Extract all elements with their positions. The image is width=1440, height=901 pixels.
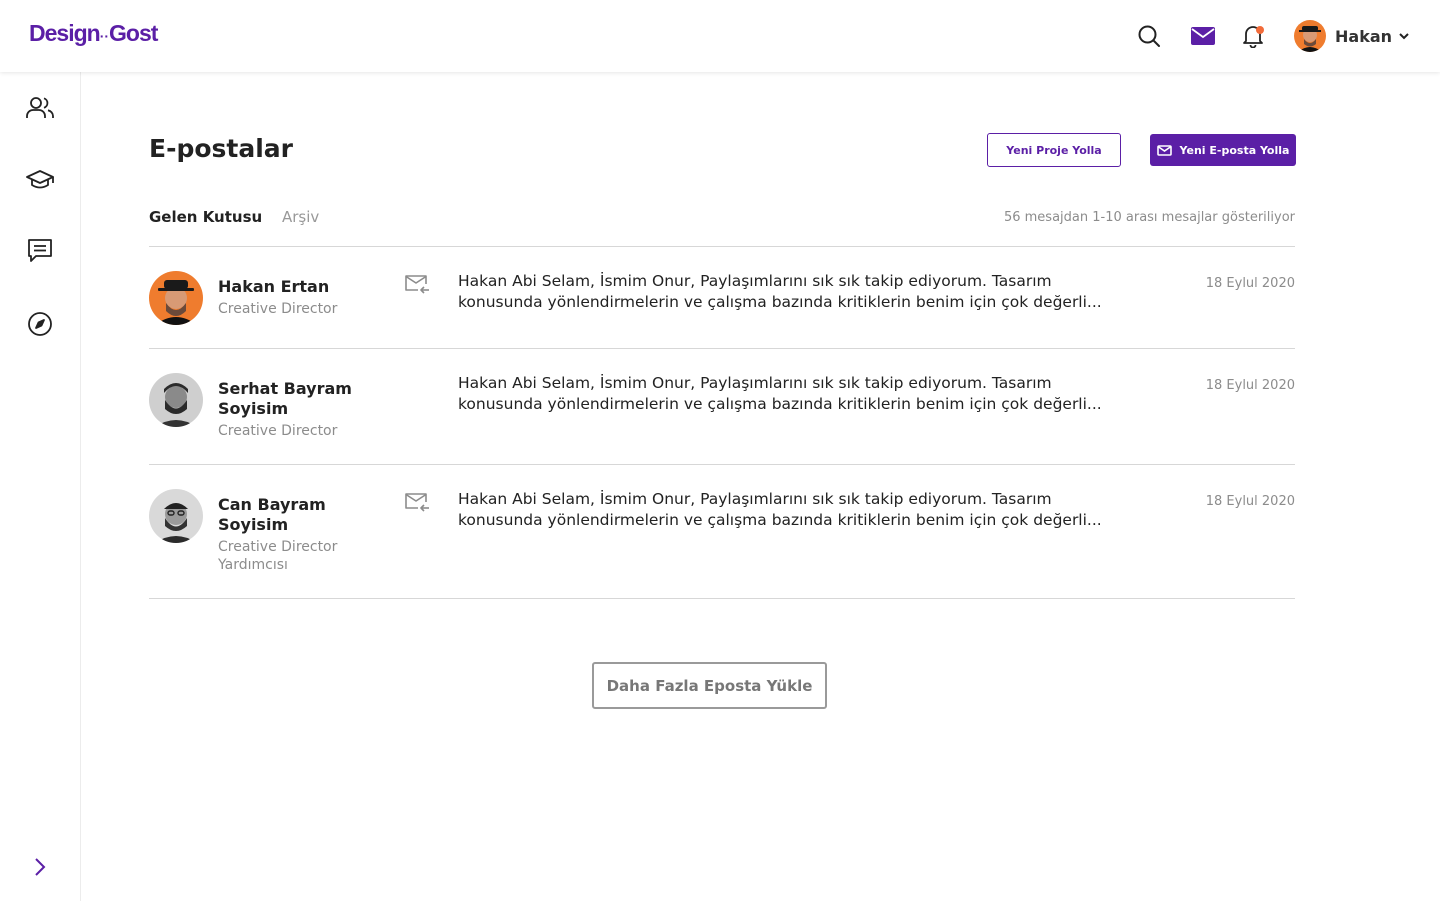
brand-logo[interactable]: Design··Gost bbox=[29, 20, 158, 47]
email-row[interactable]: Can Bayram Soyisim Creative Director Yar… bbox=[149, 465, 1295, 599]
avatar bbox=[1294, 20, 1326, 52]
compass-icon bbox=[28, 312, 52, 336]
new-project-button[interactable]: Yeni Proje Yolla bbox=[987, 133, 1121, 167]
search-icon bbox=[1138, 25, 1160, 47]
email-row[interactable]: Serhat Bayram Soyisim Creative Director … bbox=[149, 349, 1295, 465]
new-email-button[interactable]: Yeni E-posta Yolla bbox=[1150, 134, 1296, 166]
page-title: E-postalar bbox=[149, 134, 293, 163]
sidebar-item-users[interactable] bbox=[24, 92, 56, 124]
message-count: 56 mesajdan 1-10 arası mesajlar gösteril… bbox=[1003, 210, 1295, 225]
users-icon bbox=[26, 97, 54, 118]
load-more-button[interactable]: Daha Fazla Eposta Yükle bbox=[592, 662, 827, 709]
sender-name: Can Bayram Soyisim bbox=[218, 495, 326, 534]
avatar bbox=[149, 373, 203, 427]
brand-name: Design bbox=[29, 20, 101, 46]
top-bar: Design··Gost Hakan bbox=[0, 0, 1440, 72]
chevron-down-icon bbox=[1399, 32, 1409, 39]
mail-icon bbox=[1191, 27, 1215, 45]
search-button[interactable] bbox=[1134, 21, 1164, 51]
brand-dots: ·· bbox=[99, 28, 110, 44]
email-list: Hakan Ertan Creative Director Hakan Abi … bbox=[149, 246, 1295, 599]
avatar bbox=[149, 489, 203, 543]
sender-role: Creative Director Yardımcısı bbox=[218, 539, 338, 573]
tab-inbox[interactable]: Gelen Kutusu bbox=[149, 208, 262, 226]
email-preview: Hakan Abi Selam, İsmim Onur, Paylaşımlar… bbox=[458, 272, 1102, 311]
email-date: 18 Eylul 2020 bbox=[1205, 378, 1295, 393]
chat-icon bbox=[28, 239, 52, 262]
sender: Serhat Bayram Soyisim Creative Director bbox=[218, 379, 358, 440]
mail-reply-icon bbox=[404, 492, 430, 518]
sender: Can Bayram Soyisim Creative Director Yar… bbox=[218, 495, 358, 574]
mail-reply-icon bbox=[404, 274, 430, 300]
sidebar-item-messages[interactable] bbox=[24, 235, 56, 267]
notifications-button[interactable] bbox=[1238, 21, 1268, 51]
sender-name: Serhat Bayram Soyisim bbox=[218, 379, 352, 418]
user-menu[interactable]: Hakan bbox=[1294, 19, 1409, 53]
sender-role: Creative Director bbox=[218, 423, 338, 439]
avatar bbox=[149, 271, 203, 325]
mail-button[interactable] bbox=[1188, 21, 1218, 51]
sidebar bbox=[0, 72, 81, 901]
sidebar-item-education[interactable] bbox=[24, 164, 56, 196]
sidebar-expand-button[interactable] bbox=[24, 851, 56, 883]
new-email-label: Yeni E-posta Yolla bbox=[1179, 143, 1290, 157]
user-name: Hakan bbox=[1335, 26, 1393, 46]
email-preview: Hakan Abi Selam, İsmim Onur, Paylaşımlar… bbox=[458, 374, 1102, 413]
sidebar-item-explore[interactable] bbox=[24, 308, 56, 340]
email-date: 18 Eylul 2020 bbox=[1205, 276, 1295, 291]
sender-role: Creative Director bbox=[218, 301, 338, 317]
sender: Hakan Ertan Creative Director bbox=[218, 277, 358, 318]
graduation-cap-icon bbox=[26, 170, 54, 189]
email-preview: Hakan Abi Selam, İsmim Onur, Paylaşımlar… bbox=[458, 490, 1102, 529]
sender-name: Hakan Ertan bbox=[218, 277, 330, 296]
chevron-right-icon bbox=[35, 858, 46, 876]
tab-archive[interactable]: Arşiv bbox=[282, 208, 319, 226]
mail-outline-icon bbox=[1156, 144, 1172, 156]
email-date: 18 Eylul 2020 bbox=[1205, 494, 1295, 509]
email-row[interactable]: Hakan Ertan Creative Director Hakan Abi … bbox=[149, 247, 1295, 349]
brand-name-2: Gost bbox=[109, 20, 158, 46]
notification-dot bbox=[1256, 26, 1264, 34]
